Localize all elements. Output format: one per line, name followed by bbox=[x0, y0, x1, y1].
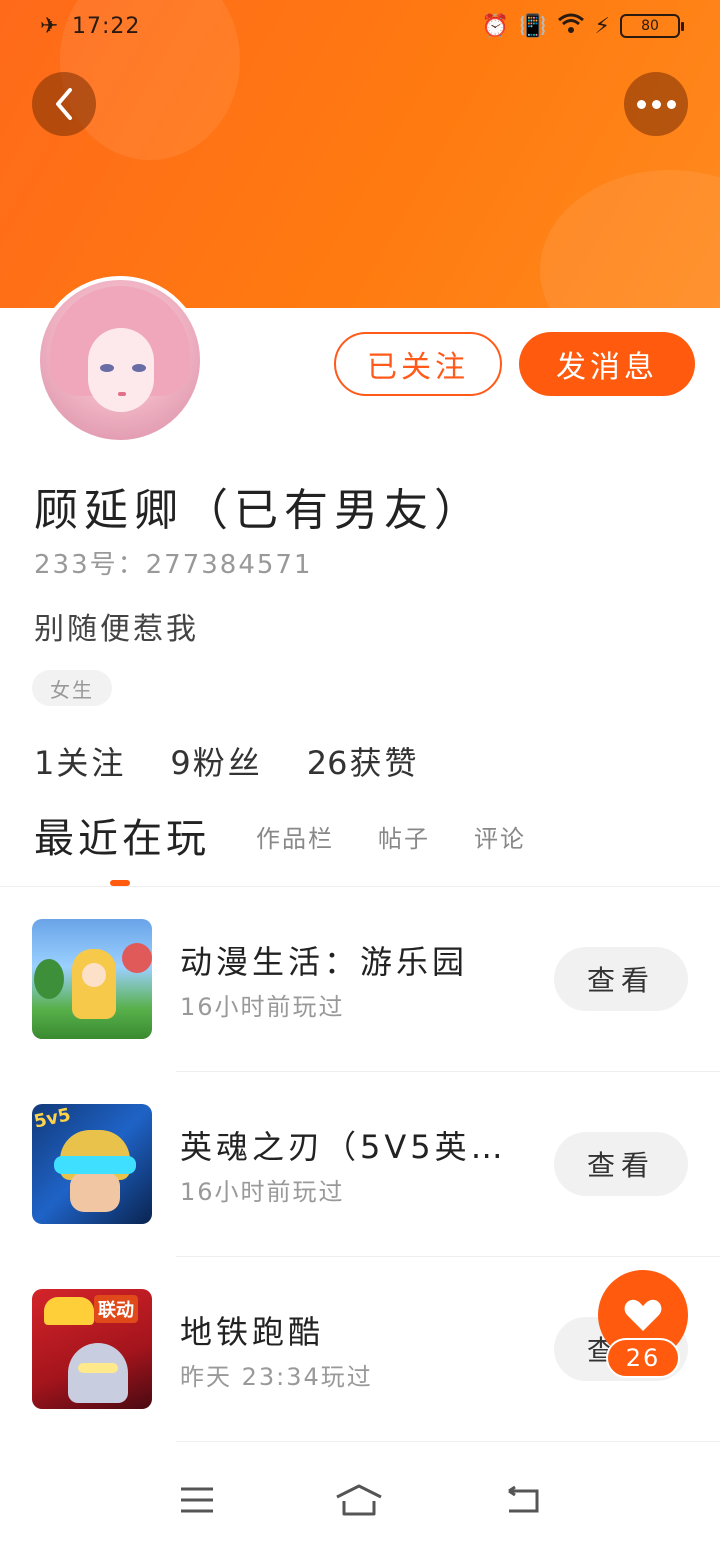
battery-indicator: 80 bbox=[620, 14, 684, 38]
stat-label: 获赞 bbox=[349, 744, 420, 782]
tab-comments[interactable]: 评论 bbox=[474, 819, 526, 878]
followed-button[interactable]: 已关注 bbox=[334, 332, 502, 396]
game-last-played: 16小时前玩过 bbox=[180, 1178, 345, 1206]
list-item[interactable]: 动漫生活：游乐园 16小时前玩过 查看 bbox=[0, 887, 720, 1072]
send-message-button[interactable]: 发消息 bbox=[519, 332, 695, 396]
status-time: 17:22 bbox=[72, 14, 141, 39]
profile-tabs: 最近在玩 作品栏 帖子 评论 bbox=[34, 808, 570, 878]
menu-icon[interactable] bbox=[179, 1485, 215, 1519]
avatar[interactable] bbox=[36, 276, 204, 444]
system-nav-bar bbox=[0, 1460, 720, 1544]
home-icon[interactable] bbox=[334, 1483, 384, 1521]
stat-value: 1 bbox=[34, 744, 55, 782]
tab-works[interactable]: 作品栏 bbox=[256, 819, 334, 878]
stat-label: 粉丝 bbox=[192, 744, 263, 782]
stat-label: 关注 bbox=[56, 744, 127, 782]
wifi-icon bbox=[557, 12, 585, 40]
game-icon[interactable]: 联动 bbox=[32, 1289, 152, 1409]
back-arrow-icon bbox=[56, 88, 72, 120]
tab-posts[interactable]: 帖子 bbox=[378, 819, 430, 878]
back-button[interactable] bbox=[32, 72, 96, 136]
return-icon[interactable] bbox=[503, 1485, 541, 1519]
game-icon-text: 5v5 bbox=[32, 1104, 73, 1133]
view-button[interactable]: 查看 bbox=[554, 1132, 688, 1196]
game-title: 英魂之刃（5V5英… bbox=[180, 1128, 507, 1166]
stat-value: 26 bbox=[306, 744, 348, 782]
heart-icon bbox=[624, 1299, 662, 1331]
game-icon[interactable] bbox=[32, 919, 152, 1039]
alarm-icon: ⏰ bbox=[481, 13, 510, 39]
status-bar: ✈ 17:22 ⏰ 📳 ⚡ 80 bbox=[0, 0, 720, 56]
stat-following[interactable]: 1 关注 bbox=[34, 738, 126, 784]
game-last-played: 昨天 23:34玩过 bbox=[180, 1363, 373, 1391]
game-last-played: 16小时前玩过 bbox=[180, 993, 345, 1021]
profile-stats: 1 关注 9 粉丝 26 获赞 bbox=[34, 738, 419, 784]
view-button[interactable]: 查看 bbox=[554, 947, 688, 1011]
like-count-badge: 26 bbox=[606, 1338, 680, 1378]
game-icon[interactable]: 5v5 bbox=[32, 1104, 152, 1224]
tab-recent-played[interactable]: 最近在玩 bbox=[34, 806, 210, 878]
list-item[interactable]: 5v5 英魂之刃（5V5英… 16小时前玩过 查看 bbox=[0, 1072, 720, 1257]
profile-bio: 别随便惹我 bbox=[34, 612, 199, 647]
game-title: 动漫生活：游乐园 bbox=[180, 943, 469, 981]
stat-fans[interactable]: 9 粉丝 bbox=[170, 738, 262, 784]
profile-nickname: 顾延卿（已有男友） bbox=[34, 485, 484, 536]
game-title: 地铁跑酷 bbox=[180, 1313, 325, 1351]
gender-tag: 女生 bbox=[32, 670, 112, 706]
profile-uid: 233号：277384571 bbox=[34, 550, 313, 580]
vibrate-icon: 📳 bbox=[519, 13, 547, 39]
airplane-icon: ✈ bbox=[40, 14, 59, 39]
game-icon-text: 联动 bbox=[94, 1295, 138, 1323]
charging-icon: ⚡ bbox=[594, 13, 610, 39]
more-button[interactable] bbox=[624, 72, 688, 136]
stat-value: 9 bbox=[170, 744, 191, 782]
stat-likes[interactable]: 26 获赞 bbox=[307, 738, 420, 784]
more-icon bbox=[636, 99, 676, 109]
